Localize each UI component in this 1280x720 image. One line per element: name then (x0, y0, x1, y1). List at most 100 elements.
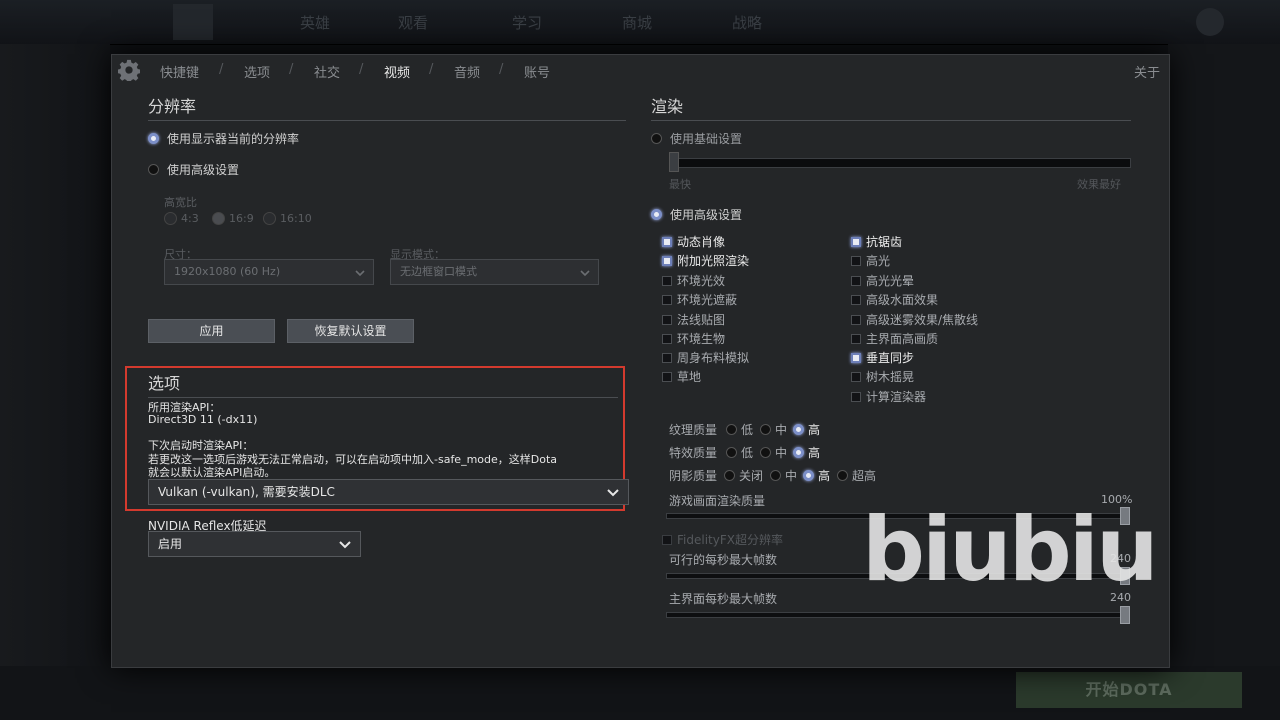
menu-fps-slider[interactable] (666, 612, 1128, 618)
size-select[interactable]: 1920x1080 (60 Hz) (164, 259, 374, 285)
checkbox-box (851, 236, 861, 247)
bottom-bar: 开始DOTA (0, 666, 1280, 720)
play-dota-button[interactable]: 开始DOTA (1016, 672, 1242, 708)
checkbox-high-quality-dashboard[interactable]: 主界面高画质 (851, 330, 938, 347)
rendering-title: 渲染 (651, 93, 1131, 121)
checkbox-fidelityfx[interactable]: FidelityFX超分辨率 (662, 531, 783, 548)
checkbox-box (662, 275, 672, 286)
checkbox-grass[interactable]: 草地 (662, 368, 701, 385)
tab-hotkeys[interactable]: 快捷键 (160, 62, 199, 81)
shadow-quality-label: 阴影质量 (669, 469, 718, 483)
slider-best-label: 效果最好 (1077, 178, 1121, 191)
reflex-select[interactable]: 启用 (148, 531, 361, 557)
chevron-down-icon (580, 270, 590, 277)
checkbox-ambient-lighting[interactable]: 环境光效 (662, 272, 725, 289)
chevron-down-icon (607, 489, 619, 497)
top-bar: 英雄 观看 学习 商城 战略 (0, 0, 1280, 45)
checkbox-label: 高光光晕 (866, 274, 915, 288)
radio-shadow-high[interactable]: 高 (803, 467, 830, 484)
radio-texture-high[interactable]: 高 (793, 421, 820, 438)
radio-shadow-ultra[interactable]: 超高 (837, 467, 876, 484)
quality-preset-handle[interactable] (669, 152, 679, 172)
display-mode-select[interactable]: 无边框窗口模式 (390, 259, 599, 285)
checkbox-additional-lighting[interactable]: 附加光照渲染 (662, 252, 749, 269)
radio-use-monitor-resolution[interactable]: 使用显示器当前的分辨率 (148, 130, 299, 147)
api-value: Direct3D 11 (-dx11) (148, 413, 258, 426)
about-link[interactable]: 关于 (1134, 62, 1160, 81)
checkbox-ambient-occlusion[interactable]: 环境光遮蔽 (662, 291, 737, 308)
radio-label: 4:3 (181, 212, 199, 225)
aspect-ratio-label: 高宽比 (164, 196, 197, 209)
radio-label: 高 (818, 469, 831, 483)
radio-aspect-16-10[interactable]: 16:10 (263, 212, 312, 225)
radio-dot (793, 447, 804, 458)
radio-label: 使用显示器当前的分辨率 (167, 132, 300, 146)
checkbox-vsync[interactable]: 垂直同步 (851, 349, 914, 366)
radio-use-basic-settings[interactable]: 使用基础设置 (651, 130, 742, 147)
radio-label: 使用高级设置 (167, 163, 240, 177)
checkbox-advanced-fog[interactable]: 高级迷雾效果/焦散线 (851, 311, 978, 328)
watermark: biubiu (862, 498, 1159, 601)
slider-fastest-label: 最快 (669, 178, 691, 191)
menu-fps-handle[interactable] (1120, 606, 1130, 624)
radio-use-advanced-resolution[interactable]: 使用高级设置 (148, 161, 239, 178)
radio-effects-high[interactable]: 高 (793, 444, 820, 461)
checkbox-tree-wind[interactable]: 树木摇晃 (851, 368, 914, 385)
max-fps-label: 可行的每秒最大帧数 (669, 553, 778, 567)
checkbox-label: 主界面高画质 (866, 332, 939, 346)
avatar (1196, 8, 1224, 36)
checkbox-label: 高级水面效果 (866, 293, 939, 307)
checkbox-box (662, 371, 672, 382)
checkbox-bloom[interactable]: 高光光晕 (851, 272, 914, 289)
checkbox-label: 高级迷雾效果/焦散线 (866, 313, 979, 327)
apply-button[interactable]: 应用 (148, 319, 275, 343)
checkbox-advanced-water[interactable]: 高级水面效果 (851, 291, 938, 308)
checkbox-cloth-simulation[interactable]: 周身布料模拟 (662, 349, 749, 366)
checkbox-box (851, 255, 861, 266)
tab-separator: / (289, 62, 294, 77)
checkbox-box (851, 275, 861, 286)
checkbox-label: 周身布料模拟 (677, 351, 750, 365)
checkbox-specular[interactable]: 高光 (851, 252, 890, 269)
nav-strategy: 战略 (732, 14, 763, 32)
radio-shadow-off[interactable]: 关闭 (724, 467, 763, 484)
checkbox-ambient-creatures[interactable]: 环境生物 (662, 330, 725, 347)
radio-label: 低 (741, 446, 754, 460)
chevron-down-icon (339, 541, 351, 549)
nav-watch: 观看 (398, 14, 429, 32)
radio-label: 超高 (852, 469, 877, 483)
tab-account[interactable]: 账号 (524, 62, 550, 81)
tab-separator: / (359, 62, 364, 77)
tab-video[interactable]: 视频 (384, 62, 410, 81)
checkbox-compute-shaders[interactable]: 计算渲染器 (851, 388, 926, 405)
restore-default-button[interactable]: 恢复默认设置 (287, 319, 414, 343)
checkbox-normal-maps[interactable]: 法线贴图 (662, 311, 725, 328)
radio-dot (760, 447, 771, 458)
checkbox-label: 环境光遮蔽 (677, 293, 738, 307)
radio-aspect-4-3[interactable]: 4:3 (164, 212, 199, 225)
radio-texture-low[interactable]: 低 (726, 421, 753, 438)
checkbox-anti-aliasing[interactable]: 抗锯齿 (851, 233, 902, 250)
checkbox-box (851, 391, 861, 402)
radio-effects-mid[interactable]: 中 (760, 444, 787, 461)
checkbox-box (662, 294, 672, 305)
checkbox-label: 计算渲染器 (866, 390, 927, 404)
checkbox-label: 法线贴图 (677, 313, 726, 327)
radio-dot (212, 212, 225, 225)
tab-social[interactable]: 社交 (314, 62, 340, 81)
radio-dot (724, 470, 735, 481)
radio-shadow-mid[interactable]: 中 (770, 467, 797, 484)
checkbox-box (851, 314, 861, 325)
reflex-select-value: 启用 (158, 537, 183, 551)
radio-effects-low[interactable]: 低 (726, 444, 753, 461)
checkbox-box (662, 255, 672, 266)
tab-audio[interactable]: 音频 (454, 62, 480, 81)
render-api-select[interactable]: Vulkan (-vulkan), 需要安装DLC (148, 479, 629, 505)
radio-label: 中 (775, 423, 788, 437)
radio-use-advanced-rendering[interactable]: 使用高级设置 (651, 206, 742, 223)
radio-texture-mid[interactable]: 中 (760, 421, 787, 438)
checkbox-dynamic-portraits[interactable]: 动态肖像 (662, 233, 725, 250)
radio-aspect-16-9[interactable]: 16:9 (212, 212, 254, 225)
quality-preset-slider[interactable] (669, 158, 1131, 168)
tab-options[interactable]: 选项 (244, 62, 270, 81)
